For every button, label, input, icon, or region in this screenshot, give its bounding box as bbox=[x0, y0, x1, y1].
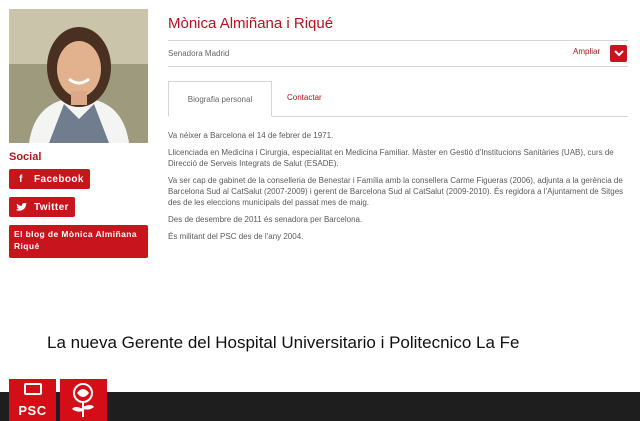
psc-logo-text: PSC bbox=[18, 403, 47, 418]
twitter-button[interactable]: Twitter bbox=[9, 197, 75, 217]
profile-photo bbox=[9, 9, 148, 143]
psc-logo: PSC bbox=[9, 379, 56, 421]
blog-link-button[interactable]: El blog de Mònica Almiñana Riqué bbox=[9, 225, 148, 258]
expand-button[interactable] bbox=[610, 45, 627, 62]
logo-emblem-icon bbox=[24, 383, 42, 395]
social-heading: Social bbox=[9, 151, 42, 163]
divider bbox=[168, 40, 628, 41]
facebook-icon: f bbox=[19, 173, 23, 185]
bio-paragraph: Llicenciada en Medicina i Cirurgia, espe… bbox=[168, 148, 614, 168]
profile-subtitle: Senadora Madrid bbox=[168, 49, 230, 58]
bio-paragraph: És militant del PSC des de l'any 2004. bbox=[168, 232, 304, 241]
twitter-icon bbox=[14, 200, 28, 214]
bio-paragraph: Des de desembre de 2011 és senadora per … bbox=[168, 215, 363, 224]
chevron-down-icon bbox=[613, 50, 624, 57]
tab-contact[interactable]: Contactar bbox=[287, 93, 322, 102]
bio-paragraph: Va néixer a Barcelona el 14 de febrer de… bbox=[168, 131, 334, 140]
facebook-label: Facebook bbox=[34, 173, 84, 185]
divider bbox=[168, 66, 628, 67]
profile-name: Mònica Almiñana i Riqué bbox=[168, 15, 334, 32]
caption-text: La nueva Gerente del Hospital Universita… bbox=[47, 333, 520, 352]
twitter-label: Twitter bbox=[34, 201, 69, 213]
bio-paragraph: Va ser cap de gabinet de la conselleria … bbox=[168, 176, 624, 207]
tab-biography[interactable]: Biografia personal bbox=[168, 81, 272, 117]
expand-link[interactable]: Ampliar bbox=[573, 47, 600, 56]
biography-text: Va néixer a Barcelona el 14 de febrer de… bbox=[168, 130, 628, 248]
facebook-button[interactable]: f Facebook bbox=[9, 169, 90, 189]
rose-logo bbox=[60, 379, 107, 421]
